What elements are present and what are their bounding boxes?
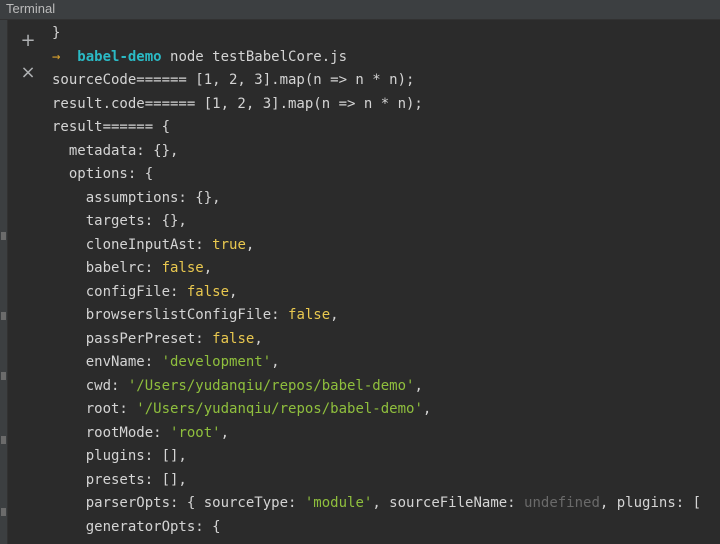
terminal-text-segment: parserOpts: { sourceType:: [52, 495, 305, 511]
terminal-text-segment: false: [186, 283, 230, 300]
terminal-line: cloneInputAst: true,: [52, 234, 720, 258]
left-tool-strip: [0, 20, 8, 544]
terminal-text-segment: '/Users/yudanqiu/repos/babel-demo': [127, 377, 415, 394]
terminal-text-segment: ,: [220, 424, 230, 441]
terminal-text-segment: result.code====== [1, 2, 3].map(n => n *…: [52, 95, 423, 112]
terminal-line: root: '/Users/yudanqiu/repos/babel-demo'…: [52, 398, 720, 422]
strip-marker: [1, 372, 6, 380]
terminal-output[interactable]: } → babel-demo node testBabelCore.js sourc…: [52, 22, 720, 544]
terminal-text-segment: ,: [245, 236, 255, 253]
terminal-text-segment: ,: [254, 330, 263, 347]
terminal-text-segment: →: [52, 48, 78, 65]
terminal-text-segment: babel-demo: [77, 48, 162, 65]
terminal-line: result====== {: [52, 116, 720, 140]
terminal-text-segment: 'development': [161, 354, 272, 370]
terminal-line: targets: {},: [52, 210, 720, 234]
terminal-line: configFile: false,: [52, 281, 720, 305]
terminal-line: plugins: [],: [52, 445, 720, 469]
new-session-button[interactable]: +: [18, 31, 38, 51]
terminal-line: parserOpts: { sourceType: 'module', sour…: [52, 492, 720, 516]
terminal-line: passPerPreset: false,: [52, 328, 720, 352]
strip-marker: [1, 232, 6, 240]
terminal-text-segment: configFile:: [52, 283, 187, 300]
terminal-text-segment: sourceCode====== [1, 2, 3].map(n => n * …: [52, 72, 415, 88]
terminal-text-segment: generatorOpts: {: [52, 518, 221, 535]
terminal-text-segment: ,: [271, 354, 280, 370]
terminal-line: presets: [],: [52, 469, 720, 493]
terminal-text-segment: browserslistConfigFile:: [52, 307, 289, 323]
terminal-text-segment: ,: [203, 260, 213, 276]
terminal-text-segment: result====== {: [52, 119, 171, 135]
terminal-text-segment: }: [52, 25, 61, 41]
terminal-text-segment: , plugins: [: [599, 495, 702, 511]
terminal-toolbar: + ×: [8, 20, 46, 544]
strip-marker: [1, 312, 6, 320]
terminal-text-segment: metadata: {},: [52, 142, 179, 159]
terminal-line: babelrc: false,: [52, 257, 720, 281]
close-session-button[interactable]: ×: [18, 63, 38, 83]
terminal-text-segment: presets: [],: [52, 471, 187, 488]
terminal-text-segment: envName:: [52, 354, 162, 370]
terminal-line: options: {: [52, 163, 720, 187]
terminal-text-segment: 'root': [170, 424, 221, 441]
terminal-text-segment: babelrc:: [52, 260, 162, 276]
window-title: Terminal: [6, 1, 56, 16]
terminal-line: result.code====== [1, 2, 3].map(n => n *…: [52, 93, 720, 117]
terminal-text-segment: root:: [52, 401, 137, 417]
terminal-line: metadata: {},: [52, 140, 720, 164]
terminal-line: browserslistConfigFile: false,: [52, 304, 720, 328]
terminal-line: cwd: '/Users/yudanqiu/repos/babel-demo',: [52, 375, 720, 399]
terminal-text-segment: true: [212, 236, 246, 253]
terminal-line: }: [52, 22, 720, 46]
terminal-text-segment: options: {: [52, 166, 154, 182]
terminal-text-segment: cwd:: [52, 377, 128, 394]
terminal-line: rootMode: 'root',: [52, 422, 720, 446]
terminal-line: assumptions: {},: [52, 187, 720, 211]
terminal-title-bar: Terminal: [0, 0, 720, 20]
terminal-text-segment: false: [212, 330, 255, 347]
terminal-line: sourceCode====== [1, 2, 3].map(n => n * …: [52, 69, 720, 93]
terminal-text-segment: false: [288, 307, 331, 323]
terminal-text-segment: node testBabelCore.js: [161, 48, 348, 65]
terminal-line: generatorOpts: {: [52, 516, 720, 540]
terminal-text-segment: , sourceFileName:: [372, 495, 525, 511]
terminal-text-segment: 'module': [304, 495, 373, 511]
strip-marker: [1, 436, 6, 444]
terminal-text-segment: ,: [414, 377, 423, 394]
terminal-text-segment: ,: [229, 283, 238, 300]
terminal-text-segment: undefined: [524, 495, 600, 511]
terminal-line: envName: 'development',: [52, 351, 720, 375]
terminal-text-segment: ,: [422, 401, 432, 417]
terminal-text-segment: plugins: [],: [52, 448, 187, 464]
terminal-line: → babel-demo node testBabelCore.js: [52, 46, 720, 70]
terminal-text-segment: assumptions: {},: [52, 189, 221, 206]
strip-marker: [1, 508, 6, 516]
terminal-text-segment: rootMode:: [52, 424, 171, 441]
terminal-text-segment: cloneInputAst:: [52, 236, 213, 253]
terminal-text-segment: targets: {},: [52, 213, 187, 229]
terminal-text-segment: '/Users/yudanqiu/repos/babel-demo': [136, 401, 423, 417]
terminal-text-segment: passPerPreset:: [52, 330, 213, 347]
terminal-text-segment: ,: [330, 307, 339, 323]
terminal-text-segment: false: [161, 260, 204, 276]
